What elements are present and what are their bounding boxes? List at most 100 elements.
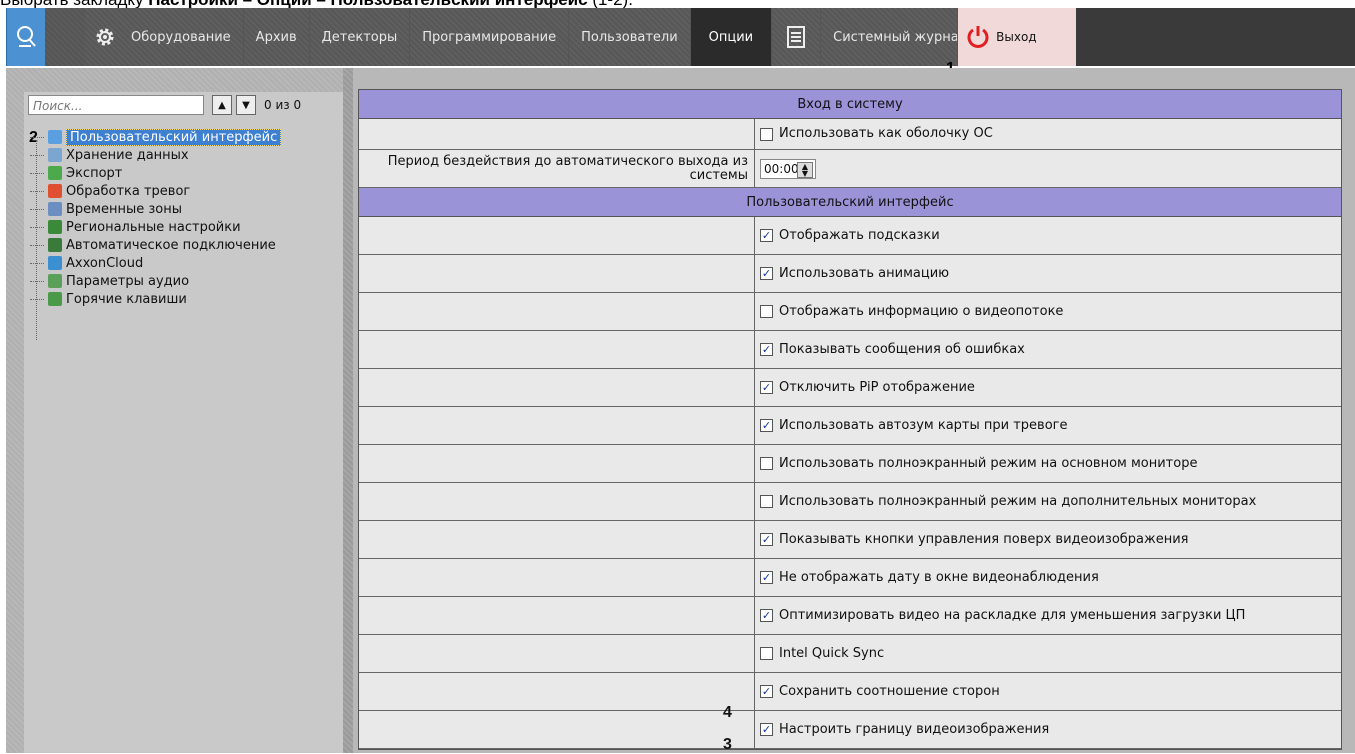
tab-detectors[interactable]: Детекторы bbox=[309, 8, 411, 66]
option-checkbox-row[interactable]: ✓ Отображать подсказки bbox=[755, 217, 1341, 254]
checkbox[interactable] bbox=[760, 305, 773, 318]
option-row: Отображать информацию о видеопотоке bbox=[359, 293, 1341, 331]
tree-item[interactable]: AxxonCloud bbox=[30, 254, 281, 272]
checkbox-checked[interactable]: ✓ bbox=[760, 381, 773, 394]
tab-programming[interactable]: Программирование bbox=[410, 8, 570, 66]
option-checkbox-row[interactable]: ✓ Оптимизировать видео на раскладке для у… bbox=[755, 597, 1341, 634]
tree-item[interactable]: Обработка тревог bbox=[30, 182, 281, 200]
search-icon bbox=[17, 26, 36, 47]
option-checkbox-row[interactable]: ✓ Не отображать дату в окне видеонаблюден… bbox=[755, 559, 1341, 596]
option-checkbox-row[interactable]: ✓ Отключить PiP отображение bbox=[755, 369, 1341, 406]
row-label-cell bbox=[359, 597, 755, 634]
spinner-icon[interactable]: ▲ ▼ bbox=[797, 161, 813, 178]
search-button[interactable] bbox=[6, 8, 45, 66]
option-checkbox-row[interactable]: Использовать полноэкранный режим на осно… bbox=[755, 445, 1341, 482]
tree-item-label: AxxonCloud bbox=[66, 255, 144, 271]
search-input[interactable]: Поиск... bbox=[28, 95, 204, 115]
row-label-cell bbox=[359, 119, 755, 149]
storage-icon bbox=[48, 148, 62, 162]
row-label-cell bbox=[359, 293, 755, 330]
tree-item[interactable]: Экспорт bbox=[30, 164, 281, 182]
tab-hardware[interactable]: Оборудование bbox=[85, 8, 244, 66]
tree-connector bbox=[30, 227, 44, 228]
tab-users[interactable]: Пользователи bbox=[569, 8, 691, 66]
option-use-as-shell[interactable]: Использовать как оболочку ОС bbox=[755, 119, 1341, 149]
checkbox-checked[interactable]: ✓ bbox=[760, 343, 773, 356]
tab-label: Оборудование bbox=[131, 29, 231, 45]
option-checkbox-row[interactable]: Intel Quick Sync bbox=[755, 635, 1341, 672]
tree-item-label: Экспорт bbox=[66, 165, 123, 181]
option-checkbox-row[interactable]: ✓ Сохранить соотношение сторон bbox=[755, 673, 1341, 710]
option-label: Не отображать дату в окне видеонаблюдени… bbox=[779, 569, 1099, 585]
option-checkbox-row[interactable]: ✓ Показывать кнопки управления поверх вид… bbox=[755, 521, 1341, 558]
tree-connector bbox=[30, 137, 44, 138]
checkbox[interactable] bbox=[760, 457, 773, 470]
option-label: Использовать автозум карты при тревоге bbox=[779, 417, 1068, 433]
option-checkbox-row[interactable]: ✓ Использовать автозум карты при тревоге bbox=[755, 407, 1341, 444]
journal-icon-button[interactable] bbox=[772, 8, 822, 66]
option-checkbox-row[interactable]: ✓ Показывать сообщения об ошибках bbox=[755, 331, 1341, 368]
checkbox[interactable] bbox=[760, 127, 773, 141]
tree-item[interactable]: Хранение данных bbox=[30, 146, 281, 164]
section-login-header: Вход в систему bbox=[359, 90, 1341, 119]
option-checkbox-row[interactable]: ✓ Настроить границу видеоизображения bbox=[755, 711, 1341, 748]
option-checkbox-row[interactable]: Отображать информацию о видеопотоке bbox=[755, 293, 1341, 330]
timezone-icon bbox=[48, 202, 62, 216]
tree-item-label: Автоматическое подключение bbox=[66, 237, 276, 253]
checkbox[interactable] bbox=[760, 495, 773, 508]
tree-connector bbox=[30, 173, 44, 174]
tree-item[interactable]: Региональные настройки bbox=[30, 218, 281, 236]
checkbox-checked[interactable]: ✓ bbox=[760, 571, 773, 584]
checkbox-checked[interactable]: ✓ bbox=[760, 533, 773, 546]
export-icon bbox=[48, 166, 62, 180]
panel-splitter[interactable] bbox=[343, 68, 353, 753]
option-row: ✓ Отключить PiP отображение bbox=[359, 369, 1341, 407]
option-checkbox-row[interactable]: ✓ Использовать анимацию bbox=[755, 255, 1341, 292]
globe-icon bbox=[48, 220, 62, 234]
tree-item-label: Обработка тревог bbox=[66, 183, 191, 199]
option-row: ✓ Использовать анимацию bbox=[359, 255, 1341, 293]
checkbox[interactable] bbox=[760, 647, 773, 660]
idle-period-input[interactable]: 00:00 ▲ ▼ bbox=[760, 158, 816, 179]
tab-label: Пользователи bbox=[581, 29, 678, 45]
checkbox-checked[interactable]: ✓ bbox=[760, 723, 773, 736]
row-label-cell bbox=[359, 331, 755, 368]
row-label-cell bbox=[359, 521, 755, 558]
search-prev-button[interactable]: ▲ bbox=[212, 95, 232, 115]
option-label: Показывать кнопки управления поверх виде… bbox=[779, 531, 1189, 547]
tab-options[interactable]: Опции bbox=[690, 8, 773, 66]
checkbox-checked[interactable]: ✓ bbox=[760, 419, 773, 432]
option-row: ✓ Сохранить соотношение сторон bbox=[359, 673, 1341, 711]
tree-item[interactable]: Горячие клавиши bbox=[30, 290, 281, 308]
option-label: Отображать подсказки bbox=[779, 227, 940, 243]
options-grid: Вход в систему Использовать как оболочку… bbox=[358, 89, 1342, 750]
checkbox-checked[interactable]: ✓ bbox=[760, 229, 773, 242]
tab-archive[interactable]: Архив bbox=[243, 8, 310, 66]
exit-button[interactable]: Выход bbox=[958, 8, 1077, 66]
tab-label: Опции bbox=[708, 29, 754, 45]
option-checkbox-row[interactable]: Использовать полноэкранный режим на допо… bbox=[755, 483, 1341, 520]
tree-item[interactable]: Временные зоны bbox=[30, 200, 281, 218]
tab-system-journal[interactable]: Системный журнал bbox=[821, 8, 959, 66]
option-label: Показывать сообщения об ошибках bbox=[779, 341, 1025, 357]
option-row: ✓ Не отображать дату в окне видеонаблюден… bbox=[359, 559, 1341, 597]
section-ui-header: Пользовательский интерфейс bbox=[359, 188, 1341, 217]
step-marker-3: 3 bbox=[723, 736, 732, 753]
option-row: Использовать полноэкранный режим на осно… bbox=[359, 445, 1341, 483]
toolbar-spacer bbox=[45, 8, 85, 66]
search-next-button[interactable]: ▼ bbox=[236, 95, 256, 115]
checkbox-checked[interactable]: ✓ bbox=[760, 685, 773, 698]
search-counter: 0 из 0 bbox=[264, 98, 302, 112]
checkbox-checked[interactable]: ✓ bbox=[760, 609, 773, 622]
checkbox-checked[interactable]: ✓ bbox=[760, 267, 773, 280]
option-label: Сохранить соотношение сторон bbox=[779, 683, 1000, 699]
option-label: Отключить PiP отображение bbox=[779, 379, 975, 395]
tree-item[interactable]: Пользовательский интерфейс bbox=[30, 128, 282, 146]
tree-item-label: Горячие клавиши bbox=[66, 291, 187, 307]
option-label: Использовать полноэкранный режим на осно… bbox=[779, 455, 1198, 471]
option-row: ✓ Настроить границу видеоизображения bbox=[359, 711, 1341, 749]
tree-item[interactable]: Параметры аудио bbox=[30, 272, 281, 290]
tree-item[interactable]: Автоматическое подключение bbox=[30, 236, 281, 254]
option-row: ✓ Показывать кнопки управления поверх вид… bbox=[359, 521, 1341, 559]
option-row: Период бездействия до автоматического вы… bbox=[359, 150, 1341, 188]
